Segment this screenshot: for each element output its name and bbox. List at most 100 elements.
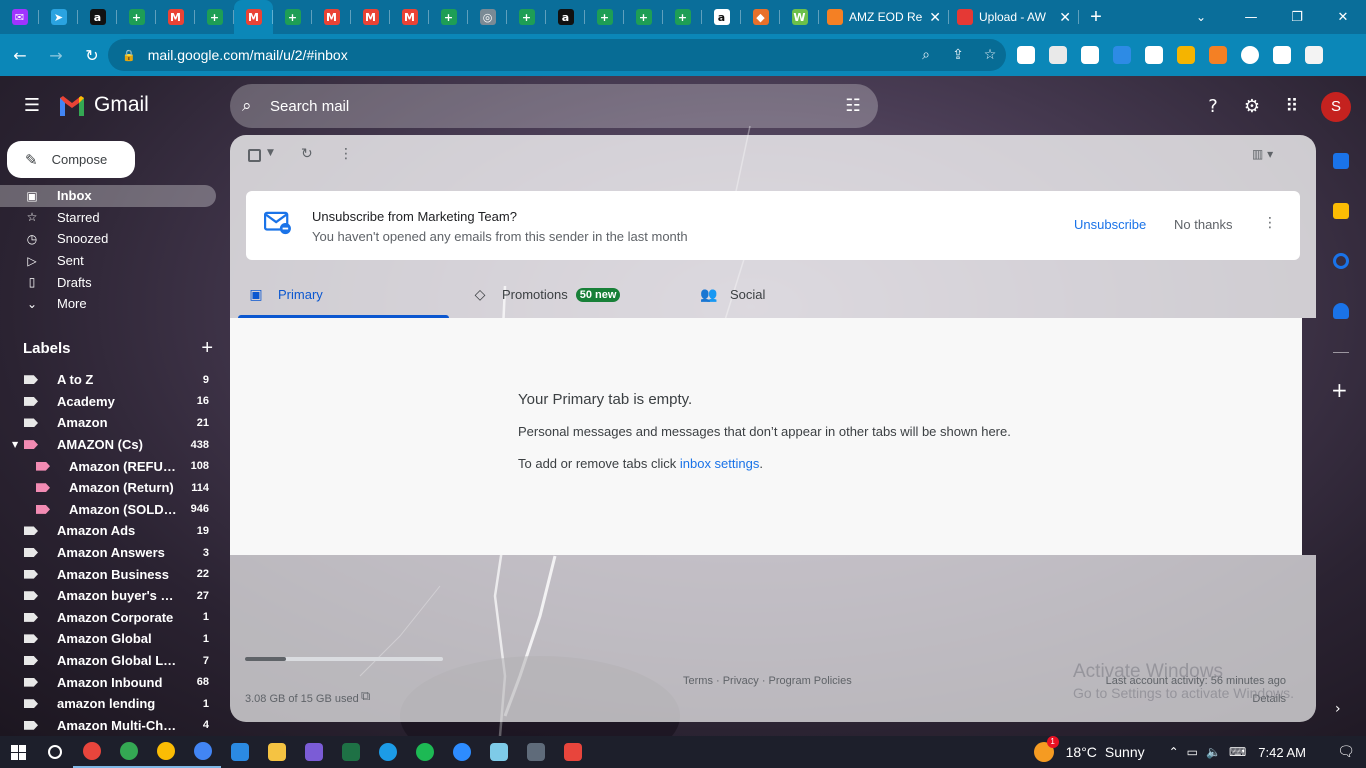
extension-icon[interactable] xyxy=(1266,39,1298,71)
label-item[interactable]: Amazon Multi-Cha… 4 xyxy=(0,715,216,737)
keep-icon[interactable] xyxy=(1333,203,1349,219)
restore-icon[interactable]: ❐ xyxy=(1274,0,1320,34)
tab-search-icon[interactable]: ⌄ xyxy=(1186,0,1216,34)
label-item[interactable]: Amazon Global 1 xyxy=(0,628,216,650)
card-more-icon[interactable]: ⋮ xyxy=(1263,215,1277,231)
help-icon[interactable]: ? xyxy=(1200,94,1226,120)
refresh-icon[interactable]: ↻ xyxy=(301,146,313,162)
taskbar-app[interactable] xyxy=(36,736,73,768)
split-pane-toggle-icon[interactable]: ▥ ▾ xyxy=(1252,147,1273,161)
label-item[interactable]: Amazon (SOLD … 946 xyxy=(0,499,216,521)
system-clock[interactable]: 7:42 AM xyxy=(1258,745,1306,760)
get-addons-icon[interactable]: + xyxy=(1331,378,1348,402)
expand-label-icon[interactable]: ▼ xyxy=(12,440,18,449)
notifications-icon[interactable]: 🗨 xyxy=(1326,744,1366,760)
select-dropdown-icon[interactable]: ▼ xyxy=(267,148,274,158)
taskbar-app[interactable] xyxy=(184,736,221,768)
pinned-tab[interactable]: + xyxy=(663,0,702,34)
tray-overflow-icon[interactable]: ⌃ xyxy=(1169,745,1179,759)
weather-sun-icon[interactable]: 1 xyxy=(1033,736,1059,762)
lock-icon[interactable]: 🔒 xyxy=(122,49,136,62)
label-item[interactable]: amazon lending 1 xyxy=(0,693,216,715)
pinned-tab[interactable]: + xyxy=(195,0,234,34)
pinned-tab[interactable]: ➤ xyxy=(39,0,78,34)
extension-icon[interactable] xyxy=(1298,39,1330,71)
label-item[interactable]: Amazon Answers 3 xyxy=(0,542,216,564)
unsubscribe-button[interactable]: Unsubscribe xyxy=(1074,217,1146,232)
taskbar-app[interactable] xyxy=(554,736,591,768)
reload-icon[interactable]: ↻ xyxy=(76,39,108,71)
taskbar-app[interactable] xyxy=(258,736,295,768)
calendar-icon[interactable] xyxy=(1333,153,1349,169)
label-item[interactable]: Academy 16 xyxy=(0,391,216,413)
label-item[interactable]: Amazon buyer's m… 27 xyxy=(0,585,216,607)
pinned-tab[interactable]: a xyxy=(78,0,117,34)
pinned-tab[interactable]: M xyxy=(312,0,351,34)
contacts-icon[interactable] xyxy=(1333,303,1349,319)
inbox-settings-link[interactable]: inbox settings xyxy=(680,456,760,471)
start-button[interactable] xyxy=(0,736,36,768)
nav-item-inbox[interactable]: ▣ Inbox xyxy=(0,185,216,207)
search-icon[interactable]: ⌕ xyxy=(242,96,264,116)
taskbar-app[interactable] xyxy=(110,736,147,768)
pinned-tab[interactable]: + xyxy=(429,0,468,34)
extension-icon[interactable] xyxy=(1138,39,1170,71)
label-item[interactable]: ▼ AMAZON (Cs) 438 xyxy=(0,434,216,456)
more-actions-icon[interactable]: ⋮ xyxy=(339,146,353,162)
compose-button[interactable]: ✎ Compose xyxy=(7,141,135,178)
pinned-tab[interactable]: ✉ xyxy=(0,0,39,34)
label-item[interactable]: Amazon (REFU… 108 xyxy=(0,455,216,477)
pinned-tab[interactable]: + xyxy=(585,0,624,34)
label-item[interactable]: A to Z 9 xyxy=(0,369,216,391)
browser-tab-upload-aws[interactable]: Upload - AW ✕ xyxy=(949,0,1079,34)
search-options-icon[interactable]: ☷ xyxy=(828,96,878,116)
close-tab-icon[interactable]: ✕ xyxy=(1059,9,1071,26)
extension-icon[interactable] xyxy=(1106,39,1138,71)
extension-icon[interactable] xyxy=(1234,39,1266,71)
open-storage-icon[interactable]: ⧉ xyxy=(361,689,370,704)
gmail-logo[interactable]: Gmail xyxy=(58,93,149,117)
network-icon[interactable]: ▭ xyxy=(1187,745,1198,759)
close-window-icon[interactable]: ✕ xyxy=(1320,0,1366,34)
taskbar-app[interactable] xyxy=(443,736,480,768)
extension-icon[interactable] xyxy=(1074,39,1106,71)
no-thanks-button[interactable]: No thanks xyxy=(1174,217,1233,232)
weather-condition[interactable]: Sunny xyxy=(1105,744,1145,760)
pinned-tab[interactable]: M xyxy=(156,0,195,34)
nav-item-starred[interactable]: ☆ Starred xyxy=(0,207,216,229)
url-text[interactable]: mail.google.com/mail/u/2/#inbox xyxy=(148,47,910,63)
address-bar[interactable]: 🔒 mail.google.com/mail/u/2/#inbox ⌕ ⇪ ☆ xyxy=(108,39,1006,71)
label-item[interactable]: Amazon Corporate 1 xyxy=(0,607,216,629)
search-bar[interactable]: ⌕ ☷ xyxy=(230,84,878,128)
extension-icon[interactable] xyxy=(1202,39,1234,71)
taskbar-app[interactable] xyxy=(480,736,517,768)
taskbar-app[interactable] xyxy=(295,736,332,768)
zoom-search-icon[interactable]: ⌕ xyxy=(910,47,942,63)
browser-tab-amz-eod[interactable]: AMZ EOD Re ✕ xyxy=(819,0,949,34)
extension-icon[interactable] xyxy=(1042,39,1074,71)
apps-grid-icon[interactable]: ⠿ xyxy=(1279,94,1305,120)
keyboard-icon[interactable]: ⌨ xyxy=(1229,745,1246,759)
pinned-tab[interactable]: + xyxy=(117,0,156,34)
taskbar-app[interactable] xyxy=(73,736,110,768)
nav-item-drafts[interactable]: ▯ Drafts xyxy=(0,271,216,293)
pinned-tab[interactable]: M xyxy=(351,0,390,34)
share-icon[interactable]: ⇪ xyxy=(942,47,974,63)
tab-social[interactable]: 👥 Social xyxy=(700,271,765,318)
pinned-tab[interactable]: M xyxy=(234,0,273,34)
create-label-icon[interactable]: + xyxy=(201,338,213,358)
main-menu-icon[interactable]: ☰ xyxy=(20,94,44,118)
account-avatar[interactable]: S xyxy=(1321,92,1351,122)
label-item[interactable]: Amazon Global Logi… 7 xyxy=(0,650,216,672)
pinned-tab[interactable]: M xyxy=(390,0,429,34)
label-item[interactable]: Amazon (Return) 114 xyxy=(0,477,216,499)
weather-temp[interactable]: 18°C xyxy=(1066,744,1097,760)
select-all-checkbox[interactable] xyxy=(248,149,261,162)
pinned-tab[interactable]: a xyxy=(702,0,741,34)
tasks-icon[interactable] xyxy=(1333,253,1349,269)
extension-icon[interactable] xyxy=(1170,39,1202,71)
label-item[interactable]: Amazon Business 22 xyxy=(0,563,216,585)
footer-links[interactable]: Terms · Privacy · Program Policies xyxy=(683,675,852,687)
nav-item-more[interactable]: ⌄ More xyxy=(0,293,216,315)
pinned-tab[interactable]: a xyxy=(546,0,585,34)
